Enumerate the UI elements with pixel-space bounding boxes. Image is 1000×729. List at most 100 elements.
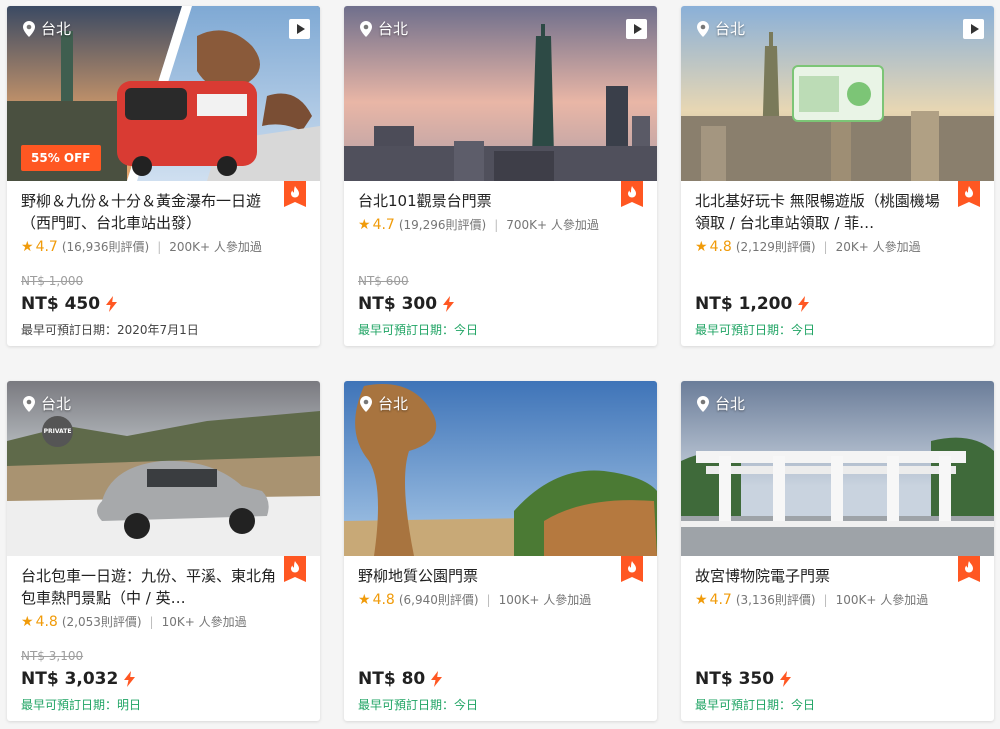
location-pin-icon <box>360 21 372 37</box>
participant-count: 20K+ 人參加過 <box>835 240 921 254</box>
price-value: NT$ 350 <box>695 669 775 689</box>
original-price: NT$ 1,000 <box>21 274 84 288</box>
original-price: NT$ 600 <box>358 274 409 288</box>
original-price <box>695 649 980 665</box>
rating-score: 4.7 <box>35 238 58 255</box>
review-count: (19,296則評價) <box>398 218 487 232</box>
rating-row: ★ 4.7 (16,936則評價) | 200K+ 人參加過 <box>21 238 306 255</box>
play-video-icon[interactable] <box>963 19 984 39</box>
location-label: 台北 <box>697 393 745 414</box>
location-text: 台北 <box>715 395 746 413</box>
hot-flame-icon <box>958 181 980 207</box>
location-pin-icon <box>23 21 35 37</box>
rating-row: ★ 4.8 (2,053則評價) | 10K+ 人參加過 <box>21 613 306 630</box>
availability-date: 最早可預訂日期：今日 <box>358 323 479 337</box>
card-image[interactable]: 台北 <box>681 6 994 181</box>
activity-card-1[interactable]: 台北 55% OFF 野柳＆九份＆十分＆黃金瀑布一日遊（西門町、台北車站出發） … <box>7 6 320 346</box>
availability-date: 最早可預訂日期：今日 <box>695 323 816 337</box>
divider: | <box>823 239 828 254</box>
star-icon: ★ <box>21 238 34 255</box>
instant-confirm-icon <box>124 671 135 687</box>
price: NT$ 300 <box>358 294 643 314</box>
card-image[interactable]: 台北 <box>344 6 657 181</box>
price-value: NT$ 80 <box>358 669 426 689</box>
rating-score: 4.8 <box>372 591 395 608</box>
location-text: 台北 <box>378 20 409 38</box>
hot-flame-icon <box>621 181 643 207</box>
rating-row: ★ 4.7 (19,296則評價) | 700K+ 人參加過 <box>358 216 643 233</box>
price-value: NT$ 1,200 <box>695 294 793 314</box>
star-icon: ★ <box>695 238 708 255</box>
divider: | <box>823 592 828 607</box>
card-image[interactable]: 台北 55% OFF <box>7 6 320 181</box>
location-text: 台北 <box>378 395 409 413</box>
location-label: 台北 <box>697 18 745 39</box>
original-price <box>358 649 643 665</box>
instant-confirm-icon <box>443 296 454 312</box>
card-image[interactable]: 台北 <box>344 381 657 556</box>
availability-date: 最早可預訂日期：今日 <box>358 698 479 712</box>
instant-confirm-icon <box>798 296 809 312</box>
discount-badge: 55% OFF <box>21 145 101 171</box>
location-label: 台北 <box>23 393 71 414</box>
activity-card-6[interactable]: 台北 故宮博物院電子門票 ★ 4.7 (3,136則評價) | 100K+ 人參… <box>681 381 994 721</box>
play-video-icon[interactable] <box>626 19 647 39</box>
participant-count: 200K+ 人參加過 <box>169 240 262 254</box>
star-icon: ★ <box>695 591 708 608</box>
activity-card-5[interactable]: 台北 野柳地質公園門票 ★ 4.8 (6,940則評價) | 100K+ 人參加… <box>344 381 657 721</box>
review-count: (2,129則評價) <box>735 240 816 254</box>
participant-count: 100K+ 人參加過 <box>835 593 929 607</box>
divider: | <box>149 614 154 629</box>
play-video-icon[interactable] <box>289 19 310 39</box>
activity-card-4[interactable]: 台北 PRIVATE 台北包車一日遊：九份、平溪、東北角包車熱門景點（中 / 英… <box>7 381 320 721</box>
location-label: 台北 <box>360 393 408 414</box>
card-image[interactable]: 台北 <box>681 381 994 556</box>
availability-date: 最早可預訂日期：明日 <box>21 698 142 712</box>
location-pin-icon <box>360 396 372 412</box>
private-badge: PRIVATE <box>42 416 73 447</box>
rating-row: ★ 4.8 (2,129則評價) | 20K+ 人參加過 <box>695 238 980 255</box>
instant-confirm-icon <box>106 296 117 312</box>
review-count: (3,136則評價) <box>735 593 816 607</box>
location-label: 台北 <box>360 18 408 39</box>
review-count: (16,936則評價) <box>61 240 150 254</box>
divider: | <box>494 217 499 232</box>
activity-title[interactable]: 北北基好玩卡 無限暢遊版（桃園機場領取 / 台北車站領取 / 菲… <box>695 190 980 234</box>
rating-score: 4.7 <box>709 591 732 608</box>
hot-flame-icon <box>284 181 306 207</box>
review-count: (2,053則評價) <box>61 615 142 629</box>
price-value: NT$ 300 <box>358 294 438 314</box>
location-pin-icon <box>697 21 709 37</box>
card-image[interactable]: 台北 PRIVATE <box>7 381 320 556</box>
availability-date: 最早可預訂日期：今日 <box>695 698 816 712</box>
location-pin-icon <box>23 396 35 412</box>
price: NT$ 350 <box>695 669 980 689</box>
hot-flame-icon <box>284 556 306 582</box>
star-icon: ★ <box>358 216 371 233</box>
rating-score: 4.8 <box>35 613 58 630</box>
participant-count: 700K+ 人參加過 <box>506 218 599 232</box>
availability-date: 最早可預訂日期：2020年7月1日 <box>21 323 199 337</box>
activity-title[interactable]: 野柳＆九份＆十分＆黃金瀑布一日遊（西門町、台北車站出發） <box>21 190 306 234</box>
location-pin-icon <box>697 396 709 412</box>
instant-confirm-icon <box>780 671 791 687</box>
activity-card-3[interactable]: 台北 北北基好玩卡 無限暢遊版（桃園機場領取 / 台北車站領取 / 菲… ★ 4… <box>681 6 994 346</box>
instant-confirm-icon <box>431 671 442 687</box>
activity-title[interactable]: 台北包車一日遊：九份、平溪、東北角包車熱門景點（中 / 英… <box>21 565 306 609</box>
price: NT$ 3,032 <box>21 669 306 689</box>
review-count: (6,940則評價) <box>398 593 479 607</box>
divider: | <box>486 592 491 607</box>
price: NT$ 1,200 <box>695 294 980 314</box>
star-icon: ★ <box>358 591 371 608</box>
rating-score: 4.8 <box>709 238 732 255</box>
original-price: NT$ 3,100 <box>21 649 84 663</box>
price: NT$ 80 <box>358 669 643 689</box>
price-value: NT$ 3,032 <box>21 669 119 689</box>
rating-row: ★ 4.8 (6,940則評價) | 100K+ 人參加過 <box>358 591 643 608</box>
rating-score: 4.7 <box>372 216 395 233</box>
rating-row: ★ 4.7 (3,136則評價) | 100K+ 人參加過 <box>695 591 980 608</box>
location-text: 台北 <box>41 20 72 38</box>
activity-card-2[interactable]: 台北 台北101觀景台門票 ★ 4.7 (19,296則評價) | 700K+ … <box>344 6 657 346</box>
location-label: 台北 <box>23 18 71 39</box>
hot-flame-icon <box>958 556 980 582</box>
